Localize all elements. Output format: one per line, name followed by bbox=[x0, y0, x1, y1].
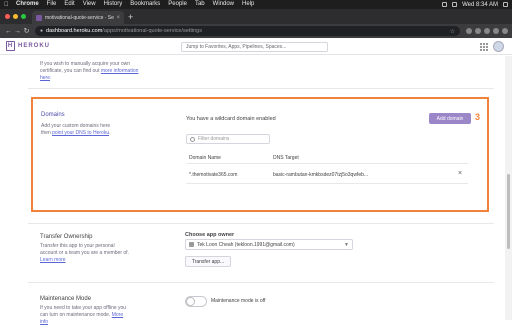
menu-view[interactable]: View bbox=[83, 0, 96, 9]
menu-help[interactable]: Help bbox=[242, 0, 254, 9]
section-divider bbox=[28, 282, 494, 283]
extension-icon[interactable] bbox=[484, 28, 490, 34]
tab-title: motivational-quote-service · Se bbox=[45, 14, 114, 21]
heroku-favicon-icon bbox=[36, 14, 42, 21]
menu-bookmarks[interactable]: Bookmarks bbox=[130, 0, 160, 9]
heroku-header: H HEROKU Jump to Favorites, Apps, Pipeli… bbox=[0, 38, 512, 55]
ssl-info-text: If you wish to manually acquire your own… bbox=[40, 61, 140, 82]
dns-target-cell[interactable]: basic-rambutan-kmkbsdez07tzj5o3qwfeb... bbox=[273, 172, 368, 178]
close-window-button[interactable] bbox=[5, 14, 10, 19]
point-dns-link[interactable]: point your DNS to Heroku bbox=[52, 130, 109, 136]
table-divider bbox=[186, 163, 468, 164]
jump-to-search-input[interactable]: Jump to Favorites, Apps, Pipelines, Spac… bbox=[181, 42, 328, 52]
filter-domains-input[interactable]: Filter domains bbox=[186, 134, 270, 144]
extension-icon[interactable] bbox=[475, 28, 481, 34]
search-icon[interactable] bbox=[503, 2, 508, 7]
domain-name-cell: *.themotivate365.com bbox=[189, 172, 238, 178]
reload-icon[interactable]: ↻ bbox=[22, 27, 31, 35]
domains-section: Domains Add your custom domains here the… bbox=[31, 97, 489, 212]
heroku-logo[interactable]: H HEROKU bbox=[6, 41, 50, 51]
app-owner-value: Tek Loon Cheah (tekloon.1991@gmail.com) bbox=[197, 241, 295, 248]
search-icon bbox=[190, 136, 195, 142]
section-divider bbox=[28, 88, 494, 89]
wildcard-notice: You have a wildcard domain enabled bbox=[186, 116, 276, 122]
battery-icon[interactable] bbox=[452, 2, 458, 7]
menu-file[interactable]: File bbox=[47, 0, 57, 9]
chrome-menu-icon[interactable] bbox=[502, 28, 508, 34]
column-header-domain-name: Domain Name bbox=[189, 155, 221, 161]
table-divider bbox=[186, 183, 468, 184]
choose-owner-label: Choose app owner bbox=[185, 232, 235, 238]
user-icon bbox=[189, 242, 194, 247]
chevron-down-icon: ▼ bbox=[344, 241, 349, 248]
menu-tab[interactable]: Tab bbox=[195, 0, 205, 9]
maintenance-mode-title: Maintenance Mode bbox=[40, 296, 92, 302]
maintenance-status-text: Maintenance mode is off bbox=[211, 298, 266, 304]
page-scrollbar[interactable] bbox=[505, 56, 512, 320]
browser-toolbar: ← → ↻ ● dashboard.heroku.com /apps/motiv… bbox=[0, 24, 512, 38]
macos-menu-bar:  Chrome File Edit View History Bookmark… bbox=[0, 0, 512, 9]
address-bar[interactable]: ● dashboard.heroku.com /apps/motivationa… bbox=[35, 26, 460, 36]
url-path: /apps/motivational-quote-service/setting… bbox=[102, 28, 202, 34]
domains-description: Add your custom domains here then point … bbox=[41, 123, 121, 137]
window-controls bbox=[5, 14, 26, 19]
transfer-app-button[interactable]: Transfer app... bbox=[185, 256, 231, 267]
apple-icon[interactable]:  bbox=[4, 2, 10, 8]
heroku-logo-mark: H bbox=[6, 41, 15, 51]
step-marker: 3 bbox=[475, 112, 481, 122]
browser-tab-strip: motivational-quote-service · Se × + bbox=[0, 9, 512, 24]
learn-more-link[interactable]: Learn more bbox=[40, 257, 66, 263]
minimize-window-button[interactable] bbox=[13, 14, 18, 19]
apps-grid-icon[interactable] bbox=[480, 42, 488, 51]
maintenance-mode-description: If you need to take your app offline you… bbox=[40, 305, 130, 326]
transfer-description-body: Transfer this app to your personal accou… bbox=[40, 243, 129, 256]
transfer-ownership-description: Transfer this app to your personal accou… bbox=[40, 243, 130, 264]
app-owner-select[interactable]: Tek Loon Cheah (tekloon.1991@gmail.com) … bbox=[185, 239, 353, 250]
menu-app-chrome[interactable]: Chrome bbox=[16, 0, 39, 9]
delete-domain-icon[interactable]: × bbox=[458, 170, 462, 177]
forward-arrow-icon[interactable]: → bbox=[13, 28, 22, 35]
transfer-ownership-title: Transfer Ownership bbox=[40, 234, 93, 240]
header-right bbox=[480, 41, 504, 52]
menu-people[interactable]: People bbox=[168, 0, 187, 9]
settings-content: If you wish to manually acquire your own… bbox=[0, 56, 504, 325]
lock-icon[interactable]: ● bbox=[40, 28, 43, 34]
section-divider bbox=[28, 223, 494, 224]
menu-clock[interactable]: Wed 8:34 AM bbox=[462, 2, 498, 8]
toggle-knob bbox=[186, 297, 195, 306]
wifi-icon[interactable] bbox=[442, 2, 448, 7]
domains-description-end: . bbox=[109, 130, 111, 136]
column-header-dns-target: DNS Target bbox=[273, 155, 299, 161]
extension-icon[interactable] bbox=[466, 28, 472, 34]
maximize-window-button[interactable] bbox=[21, 14, 26, 19]
heroku-logo-text: HEROKU bbox=[18, 43, 51, 49]
extension-icons bbox=[466, 28, 508, 34]
maintenance-mode-toggle[interactable] bbox=[185, 296, 207, 307]
user-avatar[interactable] bbox=[493, 41, 504, 52]
ssl-info-text-end: . bbox=[50, 75, 52, 81]
url-host: dashboard.heroku.com bbox=[46, 28, 103, 34]
scrollbar-thumb[interactable] bbox=[507, 174, 510, 249]
back-arrow-icon[interactable]: ← bbox=[4, 28, 13, 35]
menu-history[interactable]: History bbox=[104, 0, 123, 9]
extension-icon[interactable] bbox=[493, 28, 499, 34]
bookmark-star-icon[interactable]: ☆ bbox=[450, 28, 455, 35]
filter-domains-placeholder: Filter domains bbox=[198, 136, 230, 142]
domains-title: Domains bbox=[41, 112, 65, 118]
new-tab-button[interactable]: + bbox=[128, 12, 133, 22]
menu-window[interactable]: Window bbox=[213, 0, 234, 9]
menu-status-area: Wed 8:34 AM bbox=[442, 2, 508, 8]
add-domain-button[interactable]: Add domain bbox=[429, 113, 471, 124]
menu-edit[interactable]: Edit bbox=[64, 0, 74, 9]
tab-close-icon[interactable]: × bbox=[116, 15, 120, 21]
browser-tab-active[interactable]: motivational-quote-service · Se × bbox=[32, 11, 124, 24]
